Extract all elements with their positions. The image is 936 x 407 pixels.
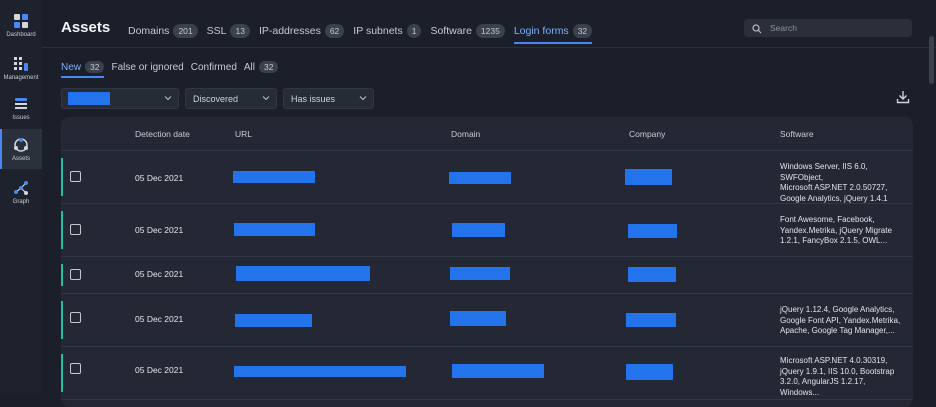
tab-login-forms[interactable]: Login forms 32 [513, 20, 593, 44]
dashboard-icon [13, 13, 29, 29]
redacted-url [236, 266, 370, 281]
download-button[interactable] [895, 89, 911, 105]
sidebar-item-label: Issues [12, 114, 30, 121]
issues-icon [13, 96, 29, 112]
table-row[interactable]: 05 Dec 2021 [61, 257, 913, 294]
sidebar-item-label: Assets [11, 155, 30, 162]
status-tabs: New 32 False or ignored Confirmed All 32 [61, 58, 285, 78]
subtab-false-or-ignored[interactable]: False or ignored [111, 58, 183, 76]
sidebar-item-management[interactable]: Management [0, 48, 42, 88]
sidebar-item-label: Management [3, 74, 39, 81]
table-row[interactable]: 05 Dec 2021 Windows Server, IIS 6.0, SWF… [61, 151, 913, 204]
chevron-down-icon [359, 94, 367, 102]
redacted-domain [452, 223, 505, 237]
sidebar-item-issues[interactable]: Issues [0, 88, 42, 128]
column-header-domain[interactable]: Domain [451, 129, 480, 139]
count-badge: 1235 [475, 24, 505, 38]
row-marker [61, 264, 63, 286]
search-box [744, 19, 912, 37]
column-header-software[interactable]: Software [780, 129, 814, 139]
sidebar: Dashboard Management Issues Assets Graph [0, 0, 43, 393]
detection-date: 05 Dec 2021 [135, 365, 184, 375]
count-badge: 1 [406, 24, 422, 38]
detection-date: 05 Dec 2021 [135, 314, 184, 324]
status-filter-select[interactable]: Discovered [185, 88, 277, 109]
detection-date: 05 Dec 2021 [135, 173, 184, 183]
page-scrollbar[interactable] [929, 36, 934, 84]
detection-date: 05 Dec 2021 [135, 225, 184, 235]
software-list: Windows Server, IIS 6.0, SWFObject, Micr… [780, 162, 888, 203]
table-row[interactable]: 05 Dec 2021 Font Awesome, Facebook, Yand… [61, 204, 913, 257]
sidebar-item-graph[interactable]: Graph [0, 172, 42, 212]
page-title: Assets [61, 19, 111, 36]
tab-ip-addresses[interactable]: IP-addresses 62 [259, 20, 345, 42]
graph-icon [13, 180, 29, 196]
column-header-company[interactable]: Company [629, 129, 665, 139]
chevron-down-icon [262, 94, 270, 102]
column-header-detection-date[interactable]: Detection date [135, 129, 190, 139]
count-badge: 201 [173, 24, 198, 38]
sidebar-item-label: Graph [12, 198, 30, 205]
download-icon [895, 91, 911, 108]
count-badge: 32 [259, 61, 279, 73]
redacted-company [626, 313, 676, 327]
tab-domains[interactable]: Domains 201 [128, 20, 198, 42]
divider [42, 47, 936, 48]
row-checkbox[interactable] [70, 224, 81, 235]
assets-icon [13, 137, 29, 153]
sidebar-item-assets[interactable]: Assets [0, 129, 42, 169]
redacted-domain [450, 311, 506, 326]
subtab-new[interactable]: New 32 [61, 58, 105, 78]
table-row[interactable]: 05 Dec 2021 jQuery 1.12.4, Google Analyt… [61, 294, 913, 347]
subtab-confirmed[interactable]: Confirmed [191, 58, 237, 76]
row-checkbox[interactable] [70, 269, 81, 280]
management-icon [13, 56, 29, 72]
redacted-company [625, 169, 672, 185]
row-marker [61, 211, 63, 249]
issues-filter-select[interactable]: Has issues [283, 88, 374, 109]
row-checkbox[interactable] [70, 312, 81, 323]
count-badge: 13 [230, 24, 250, 38]
sidebar-item-label: Dashboard [6, 31, 36, 38]
row-checkbox[interactable] [70, 363, 81, 374]
redacted-company [626, 364, 673, 380]
redacted-url [233, 171, 315, 183]
row-checkbox[interactable] [70, 171, 81, 182]
tab-ip-subnets[interactable]: IP subnets 1 [353, 20, 422, 42]
row-marker [61, 301, 63, 339]
redacted-company [628, 267, 676, 282]
main-content: Assets Domains 201 SSL 13 IP-addresses 62 I… [42, 0, 936, 407]
search-input[interactable] [768, 22, 902, 34]
redacted-company [628, 224, 677, 238]
chevron-down-icon [164, 94, 172, 102]
redacted-domain [450, 267, 510, 280]
redacted-url [234, 366, 406, 377]
software-list: Font Awesome, Facebook, Yandex.Metrika, … [780, 215, 892, 245]
redacted-url [235, 314, 312, 327]
subtab-all[interactable]: All 32 [244, 58, 279, 76]
redacted-domain [452, 364, 544, 378]
software-list: jQuery 1.12.4, Google Analytics, Google … [780, 305, 901, 335]
count-badge: 32 [572, 24, 593, 38]
count-badge: 32 [85, 61, 105, 73]
redacted-url [234, 223, 315, 236]
table-row[interactable]: 05 Dec 2021 Microsoft ASP.NET 4.0.30319,… [61, 347, 913, 400]
table-header: Detection date URL Domain Company Softwa… [61, 117, 913, 151]
tab-ssl[interactable]: SSL 13 [207, 20, 250, 42]
row-marker [61, 354, 63, 392]
detection-date: 05 Dec 2021 [135, 269, 184, 279]
row-marker [61, 158, 63, 196]
company-filter-select[interactable] [61, 88, 179, 109]
software-list: Microsoft ASP.NET 4.0.30319, jQuery 1.9.… [780, 356, 895, 397]
asset-tabs: Domains 201 SSL 13 IP-addresses 62 IP subne… [128, 20, 601, 44]
tab-software[interactable]: Software 1235 [430, 20, 505, 42]
sidebar-item-dashboard[interactable]: Dashboard [0, 5, 42, 45]
count-badge: 62 [324, 24, 345, 38]
redacted-value [68, 92, 110, 105]
search-icon [752, 23, 762, 34]
redacted-domain [449, 172, 511, 184]
login-forms-table: Detection date URL Domain Company Softwa… [61, 117, 913, 407]
column-header-url[interactable]: URL [235, 129, 252, 139]
